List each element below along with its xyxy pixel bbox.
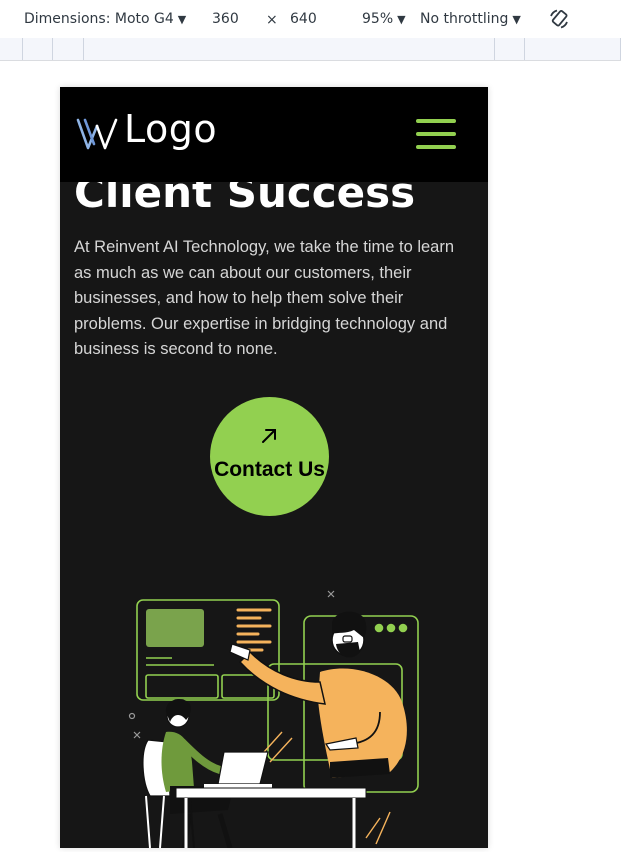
arrow-up-right-icon bbox=[262, 429, 276, 443]
contact-us-label: Contact Us bbox=[214, 458, 325, 481]
device-label: Dimensions: Moto G4 bbox=[24, 11, 174, 27]
decor-lines bbox=[365, 811, 391, 845]
dimension-separator: × bbox=[266, 12, 278, 28]
height-value: 640 bbox=[290, 11, 317, 27]
ruler-segment[interactable] bbox=[22, 38, 23, 60]
zoom-caret-icon: ▼ bbox=[397, 13, 406, 26]
hamburger-line bbox=[416, 145, 456, 149]
logo-text[interactable]: Logo bbox=[124, 107, 217, 151]
throttling-value: No throttling bbox=[420, 11, 509, 27]
device-toolbar: Dimensions: Moto G4 ▼ 360 × 640 95% ▼ No t… bbox=[0, 0, 621, 39]
media-query-ruler bbox=[0, 38, 621, 61]
device-caret-icon: ▼ bbox=[177, 13, 187, 26]
hamburger-line bbox=[416, 132, 456, 136]
throttling-caret-icon: ▼ bbox=[512, 13, 521, 26]
height-input[interactable]: 640 bbox=[290, 11, 317, 27]
site-header: Logo bbox=[60, 87, 488, 182]
ruler-segment[interactable] bbox=[494, 38, 495, 60]
zoom-select[interactable]: 95% ▼ bbox=[362, 11, 406, 27]
contact-us-button[interactable]: Contact Us bbox=[210, 397, 329, 516]
intro-paragraph: At Reinvent AI Technology, we take the t… bbox=[74, 238, 455, 358]
hamburger-line bbox=[416, 119, 456, 123]
hamburger-menu-button[interactable] bbox=[416, 119, 456, 149]
ruler-segment[interactable] bbox=[52, 38, 53, 60]
chart-lines bbox=[236, 608, 272, 652]
device-viewport: Logo Client Success At Reinvent AI Techn… bbox=[60, 87, 488, 848]
ruler-segment[interactable] bbox=[83, 38, 84, 60]
sparkle-icon bbox=[327, 590, 335, 598]
zoom-value: 95% bbox=[362, 11, 394, 27]
throttling-select[interactable]: No throttling ▼ bbox=[420, 11, 521, 27]
team-illustration bbox=[128, 590, 419, 848]
dot-ornament bbox=[128, 712, 136, 720]
ruler-segment[interactable] bbox=[524, 38, 525, 60]
logo-w-icon[interactable] bbox=[76, 117, 118, 151]
width-input[interactable]: 360 bbox=[212, 11, 239, 27]
device-select[interactable]: Dimensions: Moto G4 ▼ bbox=[24, 11, 186, 27]
sparkle-icon bbox=[133, 731, 141, 739]
rotate-icon[interactable] bbox=[548, 8, 570, 30]
width-value: 360 bbox=[212, 11, 239, 27]
